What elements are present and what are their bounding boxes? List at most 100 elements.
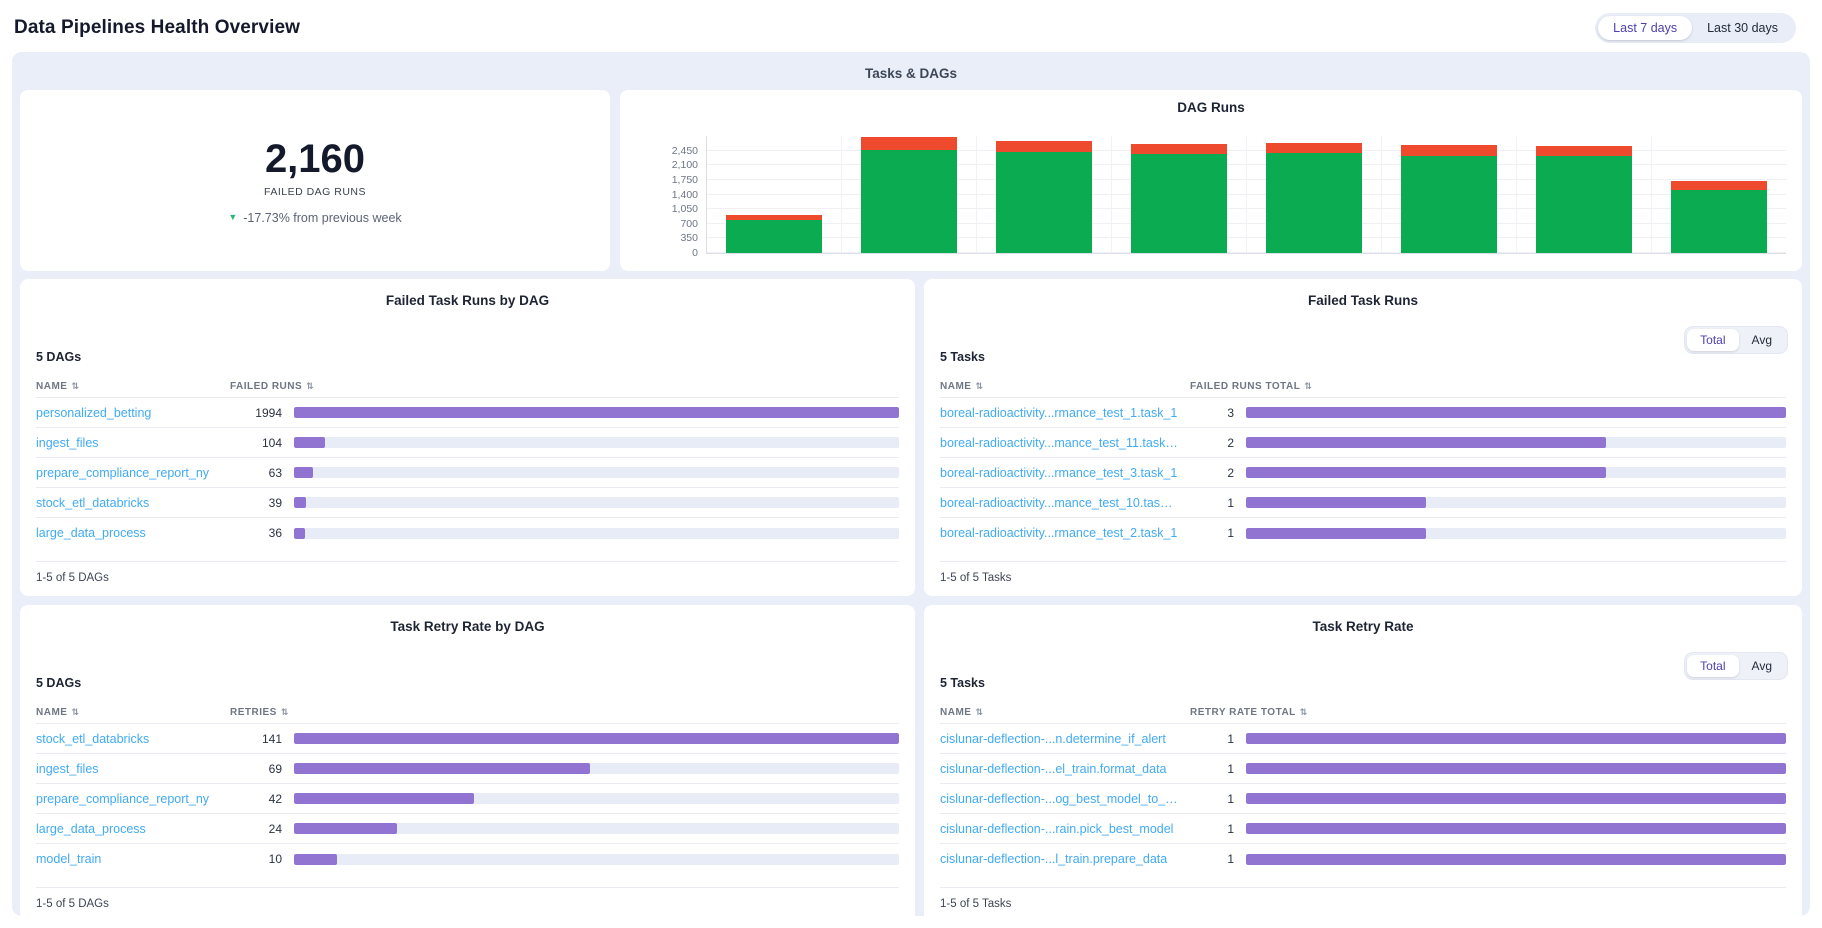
stat-delta-text: -17.73% from previous week bbox=[243, 211, 401, 225]
row-name-link[interactable]: cislunar-deflection-...n.determine_if_al… bbox=[940, 732, 1178, 746]
table-header-row: NAME⇅ RETRY RATE TOTAL⇅ bbox=[940, 701, 1786, 724]
row-bar-track bbox=[1246, 793, 1786, 804]
toggle-option-total[interactable]: Total bbox=[1687, 655, 1738, 677]
pagination-status: 1-5 of 5 DAGs bbox=[36, 561, 899, 584]
column-header-name[interactable]: NAME⇅ bbox=[36, 707, 218, 718]
table-row: boreal-radioactivity...rmance_test_1.tas… bbox=[940, 398, 1786, 428]
stacked-bar[interactable] bbox=[1401, 136, 1496, 253]
pagination-status: 1-5 of 5 Tasks bbox=[940, 561, 1786, 584]
row-bar-track bbox=[294, 733, 899, 744]
toggle-option-avg[interactable]: Avg bbox=[1739, 655, 1785, 677]
row-name-link[interactable]: boreal-radioactivity...rmance_test_2.tas… bbox=[940, 526, 1178, 540]
stacked-bar[interactable] bbox=[861, 136, 956, 253]
bar-segment-failed bbox=[1536, 146, 1631, 156]
stacked-bar[interactable] bbox=[1536, 136, 1631, 253]
task-retry-rate-card: Task Retry Rate TotalAvg 5 Tasks NAME⇅RE… bbox=[924, 605, 1802, 922]
y-axis-tick-label: 2,100 bbox=[672, 159, 698, 171]
column-header-label: NAME bbox=[36, 381, 67, 392]
stacked-bar[interactable] bbox=[1131, 136, 1226, 253]
row-name-link[interactable]: cislunar-deflection-...rain.pick_best_mo… bbox=[940, 822, 1178, 836]
table-row: boreal-radioactivity...mance_test_10.tas… bbox=[940, 488, 1786, 518]
row-value: 1 bbox=[1190, 822, 1234, 836]
row-value: 104 bbox=[230, 436, 282, 450]
y-axis-tick-label: 1,750 bbox=[672, 174, 698, 186]
sort-icon: ⇅ bbox=[975, 708, 983, 717]
row-name-link[interactable]: prepare_compliance_report_ny bbox=[36, 792, 218, 806]
row-name-link[interactable]: boreal-radioactivity...mance_test_11.tas… bbox=[940, 436, 1178, 450]
column-header-name[interactable]: NAME⇅ bbox=[940, 381, 1178, 392]
stacked-bar[interactable] bbox=[996, 136, 1091, 253]
table-body: personalized_betting1994ingest_files104p… bbox=[36, 398, 899, 548]
page-title: Data Pipelines Health Overview bbox=[14, 17, 300, 39]
bar-slot bbox=[977, 136, 1112, 253]
row-value: 42 bbox=[230, 792, 282, 806]
total-avg-toggle[interactable]: TotalAvg bbox=[1684, 326, 1788, 354]
column-header-name[interactable]: NAME⇅ bbox=[36, 381, 218, 392]
row-name-link[interactable]: large_data_process bbox=[36, 526, 218, 540]
row-name-link[interactable]: prepare_compliance_report_ny bbox=[36, 466, 218, 480]
row-value: 1 bbox=[1190, 762, 1234, 776]
row-name-link[interactable]: boreal-radioactivity...rmance_test_1.tas… bbox=[940, 406, 1178, 420]
row-name-link[interactable]: cislunar-deflection-...el_train.format_d… bbox=[940, 762, 1178, 776]
row-bar-fill bbox=[1246, 528, 1426, 539]
row-name-link[interactable]: ingest_files bbox=[36, 762, 218, 776]
dag-runs-chart[interactable]: 03507001,0501,4001,7502,1002,450 bbox=[706, 136, 1786, 254]
column-header-name[interactable]: NAME⇅ bbox=[940, 707, 1178, 718]
bar-segment-failed bbox=[861, 137, 956, 150]
row-value: 1 bbox=[1190, 732, 1234, 746]
bar-segment-success bbox=[1131, 154, 1226, 253]
bar-slot bbox=[1517, 136, 1652, 253]
row-name-link[interactable]: stock_etl_databricks bbox=[36, 496, 218, 510]
table-title: Failed Task Runs by DAG bbox=[36, 293, 899, 308]
table-row: prepare_compliance_report_ny 42 bbox=[36, 784, 899, 814]
toggle-option-total[interactable]: Total bbox=[1687, 329, 1738, 351]
row-count-label: 5 DAGs bbox=[36, 676, 899, 690]
table-header-row: NAME⇅ FAILED RUNS⇅ bbox=[36, 375, 899, 398]
stacked-bar[interactable] bbox=[1266, 136, 1361, 253]
row-name-link[interactable]: stock_etl_databricks bbox=[36, 732, 218, 746]
y-axis-tick-label: 350 bbox=[680, 232, 698, 244]
row-bar-fill bbox=[294, 437, 325, 448]
row-name-link[interactable]: ingest_files bbox=[36, 436, 218, 450]
row-bar-track bbox=[294, 793, 899, 804]
column-header-failed-runs-total[interactable]: FAILED RUNS TOTAL⇅ bbox=[1190, 381, 1786, 392]
row-name-link[interactable]: model_train bbox=[36, 852, 218, 866]
delta-down-icon: ▼ bbox=[228, 213, 237, 222]
row-value: 1 bbox=[1190, 852, 1234, 866]
chart-bars bbox=[707, 136, 1786, 253]
row-value: 3 bbox=[1190, 406, 1234, 420]
row-value: 2 bbox=[1190, 466, 1234, 480]
toggle-option-avg[interactable]: Avg bbox=[1739, 329, 1785, 351]
pagination-status: 1-5 of 5 Tasks bbox=[940, 887, 1786, 910]
table-row: boreal-radioactivity...mance_test_11.tas… bbox=[940, 428, 1786, 458]
row-bar-track bbox=[1246, 437, 1786, 448]
stacked-bar[interactable] bbox=[1671, 136, 1766, 253]
row-value: 69 bbox=[230, 762, 282, 776]
row-name-link[interactable]: large_data_process bbox=[36, 822, 218, 836]
time-range-option-last-30-days[interactable]: Last 30 days bbox=[1692, 16, 1793, 40]
total-avg-toggle[interactable]: TotalAvg bbox=[1684, 652, 1788, 680]
column-header-retry-rate-total[interactable]: RETRY RATE TOTAL⇅ bbox=[1190, 707, 1786, 718]
column-header-failed-runs[interactable]: FAILED RUNS⇅ bbox=[230, 381, 899, 392]
table-title: Failed Task Runs bbox=[940, 293, 1786, 308]
page-header: Data Pipelines Health Overview Last 7 da… bbox=[0, 0, 1822, 52]
row-name-link[interactable]: boreal-radioactivity...rmance_test_3.tas… bbox=[940, 466, 1178, 480]
stacked-bar[interactable] bbox=[726, 136, 821, 253]
time-range-option-last-7-days[interactable]: Last 7 days bbox=[1598, 16, 1692, 40]
row-name-link[interactable]: cislunar-deflection-...l_train.prepare_d… bbox=[940, 852, 1178, 866]
row-name-link[interactable]: boreal-radioactivity...mance_test_10.tas… bbox=[940, 496, 1178, 510]
row-name-link[interactable]: cislunar-deflection-...og_best_model_to_… bbox=[940, 792, 1178, 806]
row-name-link[interactable]: personalized_betting bbox=[36, 406, 218, 420]
sort-icon: ⇅ bbox=[1304, 382, 1312, 391]
bar-segment-failed bbox=[1266, 143, 1361, 153]
bar-segment-success bbox=[1266, 153, 1361, 253]
table-row: ingest_files 69 bbox=[36, 754, 899, 784]
top-row: 2,160 FAILED DAG RUNS ▼ -17.73% from pre… bbox=[20, 90, 1802, 271]
row-bar-track bbox=[1246, 497, 1786, 508]
stat-label: FAILED DAG RUNS bbox=[264, 186, 366, 198]
bar-slot bbox=[842, 136, 977, 253]
time-range-toggle[interactable]: Last 7 daysLast 30 days bbox=[1595, 13, 1796, 43]
column-header-label: NAME bbox=[36, 707, 67, 718]
column-header-retries[interactable]: RETRIES⇅ bbox=[230, 707, 899, 718]
row-bar-fill bbox=[294, 854, 337, 865]
